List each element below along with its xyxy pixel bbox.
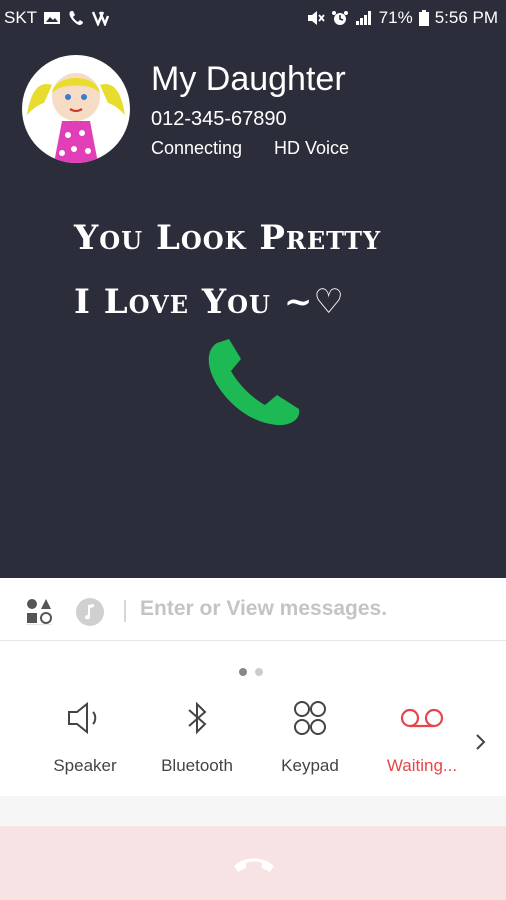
call-icon bbox=[69, 11, 84, 25]
speaker-button[interactable]: Speaker bbox=[35, 700, 135, 776]
message-line-1: You Look Pretty bbox=[74, 218, 382, 258]
phone-handset-icon bbox=[208, 339, 300, 426]
voicemail-icon bbox=[400, 708, 444, 728]
speaker-icon bbox=[68, 701, 97, 735]
clock: 5:56 PM bbox=[434, 8, 498, 27]
bluetooth-button[interactable]: Bluetooth bbox=[147, 700, 247, 776]
speaker-label: Speaker bbox=[53, 756, 117, 775]
bluetooth-label: Bluetooth bbox=[161, 756, 233, 775]
chevron-right-icon[interactable] bbox=[474, 732, 488, 752]
input-separator bbox=[124, 600, 126, 622]
gallery-icon bbox=[44, 12, 61, 24]
caller-avatar bbox=[22, 55, 130, 163]
quick-shapes-icon[interactable] bbox=[26, 598, 52, 625]
wifi-calling-icon bbox=[91, 11, 110, 26]
music-icon[interactable] bbox=[75, 597, 105, 627]
call-status: Connecting bbox=[151, 138, 243, 158]
hd-voice-label: HD Voice bbox=[274, 138, 350, 158]
caller-number: 012-345-67890 bbox=[151, 108, 287, 130]
voicemail-label: Waiting... bbox=[386, 756, 458, 775]
caller-name: My Daughter bbox=[151, 60, 346, 98]
carrier-label: SKT bbox=[4, 8, 38, 27]
keypad-label: Keypad bbox=[281, 756, 339, 775]
status-bar: SKT 71% 5:56 PM bbox=[0, 0, 506, 36]
keypad-icon bbox=[294, 701, 326, 735]
section-divider bbox=[0, 796, 506, 826]
end-call-icon[interactable] bbox=[230, 852, 278, 876]
message-input[interactable]: Enter or View messages. bbox=[140, 597, 387, 621]
bluetooth-icon bbox=[188, 701, 207, 735]
battery-percent: 71% bbox=[378, 8, 413, 27]
message-line-2: I Love You ~♡ bbox=[74, 282, 345, 322]
page-dot-active bbox=[239, 668, 247, 676]
signal-icon bbox=[355, 11, 371, 25]
mute-icon bbox=[307, 11, 325, 25]
voicemail-button[interactable]: Waiting... bbox=[372, 700, 472, 776]
page-dot bbox=[255, 668, 263, 676]
alarm-icon bbox=[331, 11, 348, 25]
keypad-button[interactable]: Keypad bbox=[260, 700, 360, 776]
girl-drawing-icon bbox=[27, 73, 125, 163]
battery-icon bbox=[418, 10, 429, 26]
